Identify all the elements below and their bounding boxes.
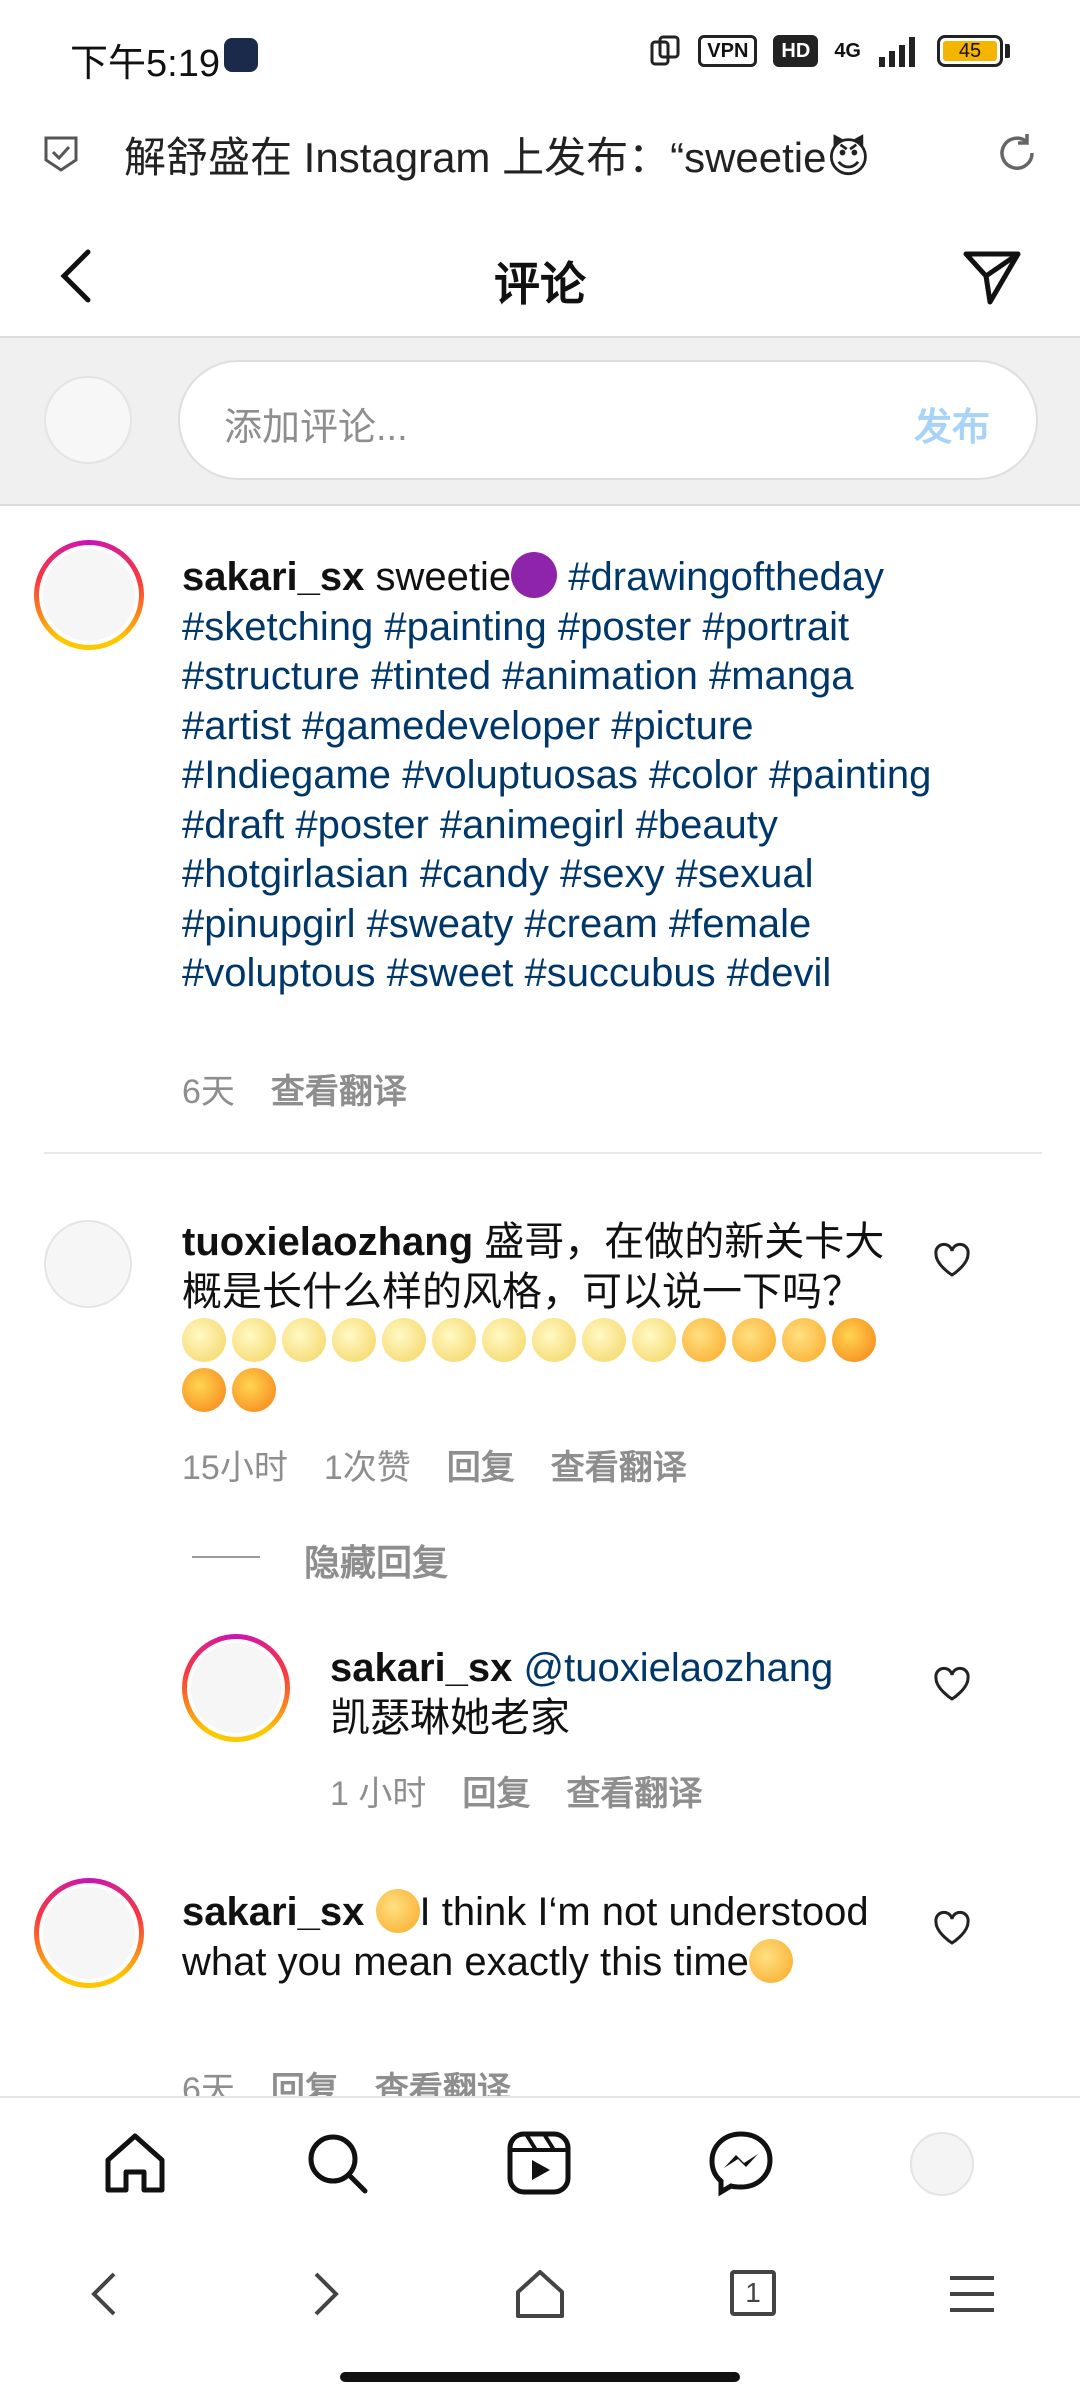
translate-link[interactable]: 查看翻译: [551, 1440, 687, 1489]
divider: [44, 1152, 1042, 1154]
comment-avatar[interactable]: [44, 1220, 132, 1308]
my-avatar: [44, 376, 132, 464]
like-heart-icon[interactable]: [932, 1664, 972, 1704]
moon-face-emoji-icon: [532, 1318, 576, 1362]
reply-time: 1 小时: [330, 1775, 427, 1813]
hide-replies-button[interactable]: 隐藏回复: [304, 1534, 448, 1586]
browser-forward-icon[interactable]: [294, 2266, 350, 2322]
network-type: 4G: [834, 39, 861, 62]
moon-face-emoji-icon: [582, 1318, 626, 1362]
reload-icon[interactable]: [994, 130, 1040, 176]
moon-face-emoji-icon: [182, 1318, 226, 1362]
caption-avatar[interactable]: [34, 540, 144, 650]
vpn-badge: VPN: [698, 35, 758, 67]
gesture-bar[interactable]: [340, 2372, 740, 2382]
post-button[interactable]: 发布: [914, 396, 990, 451]
caption-username[interactable]: sakari_sx: [182, 555, 364, 599]
kiss-emoji-icon: [832, 1318, 876, 1362]
messenger-icon[interactable]: [706, 2128, 776, 2198]
search-icon[interactable]: [302, 2128, 372, 2198]
tears-of-joy-emoji-icon: [748, 1938, 793, 1983]
moon-face-emoji-icon: [432, 1318, 476, 1362]
shield-check-icon[interactable]: [40, 132, 82, 174]
kiss-emoji-icon: [232, 1367, 276, 1412]
reply-mention[interactable]: @tuoxielaozhang: [512, 1646, 834, 1690]
comment-meta: 15小时 1次赞 回复 查看翻译: [182, 1440, 687, 1489]
reply-avatar[interactable]: [182, 1634, 290, 1742]
comment-emojis: [182, 1318, 882, 1413]
moon-face-emoji-icon: [232, 1318, 276, 1362]
sweat-smile-emoji-icon: [732, 1318, 776, 1362]
comment-time: 15小时: [182, 1449, 288, 1487]
status-time: 下午5:19: [70, 43, 220, 85]
caption-hashtags[interactable]: #drawingoftheday #sketching #painting #p…: [182, 555, 931, 995]
comment-text: tuoxielaozhang 盛哥，在做的新关卡大概是长什么样的风格，可以说一下…: [182, 1218, 902, 1416]
devil-emoji-icon: [511, 552, 558, 598]
comment-username[interactable]: tuoxielaozhang: [182, 1220, 473, 1264]
caption-body: sweetie: [364, 555, 512, 599]
reply-username[interactable]: sakari_sx: [330, 1646, 512, 1690]
home-icon[interactable]: [100, 2128, 170, 2198]
screen-cast-icon: [650, 35, 680, 66]
page-title: 评论: [494, 258, 586, 310]
signal-icon: [879, 37, 915, 67]
reply-link[interactable]: 回复: [447, 1440, 515, 1489]
kiss-emoji-icon: [182, 1367, 226, 1412]
reply-body: 凯瑟琳她老家: [330, 1695, 570, 1740]
caption-time: 6天: [182, 1073, 235, 1111]
battery-level: 45: [943, 41, 997, 61]
reply-meta: 1 小时 回复 查看翻译: [330, 1766, 702, 1815]
reply-link[interactable]: 回复: [462, 1766, 530, 1815]
like-heart-icon[interactable]: [932, 1240, 972, 1280]
hd-badge: HD: [773, 35, 819, 67]
reels-icon[interactable]: [504, 2128, 574, 2198]
moon-face-emoji-icon: [282, 1318, 326, 1362]
profile-icon[interactable]: [910, 2132, 974, 2196]
menu-icon[interactable]: [944, 2266, 1000, 2322]
tabs-icon[interactable]: 1: [730, 2270, 776, 2316]
hide-replies-line: [192, 1556, 260, 1558]
battery-icon: 45: [937, 35, 1010, 67]
app-notification-icon: [224, 38, 258, 72]
moon-face-emoji-icon: [482, 1318, 526, 1362]
comment-avatar[interactable]: [34, 1878, 144, 1988]
status-icons: VPN HD 4G 45: [648, 34, 1010, 68]
caption-text: sakari_sx sweetie #drawingoftheday #sket…: [182, 552, 962, 999]
sweat-smile-emoji-icon: [782, 1318, 826, 1362]
comment-text: sakari_sx I think I‘m not understood wha…: [182, 1888, 902, 1987]
moon-face-emoji-icon: [332, 1318, 376, 1362]
translate-link[interactable]: 查看翻译: [566, 1766, 702, 1815]
comment-input-placeholder: 添加评论...: [224, 407, 408, 449]
browser-back-icon[interactable]: [80, 2266, 136, 2322]
sweat-smile-emoji-icon: [682, 1318, 726, 1362]
browser-home-icon[interactable]: [512, 2266, 568, 2322]
share-send-icon[interactable]: [960, 244, 1024, 308]
caption-translate-link[interactable]: 查看翻译: [271, 1064, 407, 1113]
sweat-smile-emoji-icon: [375, 1889, 420, 1933]
moon-face-emoji-icon: [632, 1318, 676, 1362]
comment-likes[interactable]: 1次赞: [324, 1440, 411, 1489]
moon-face-emoji-icon: [382, 1318, 426, 1362]
reply-text: sakari_sx @tuoxielaozhang 凯瑟琳她老家: [330, 1644, 930, 1743]
browser-page-title[interactable]: 解舒盛在 Instagram 上发布：“sweetie😈: [124, 124, 944, 185]
like-heart-icon[interactable]: [932, 1908, 972, 1948]
comment-username[interactable]: sakari_sx: [182, 1890, 364, 1934]
caption-meta: 6天 查看翻译: [182, 1064, 407, 1113]
